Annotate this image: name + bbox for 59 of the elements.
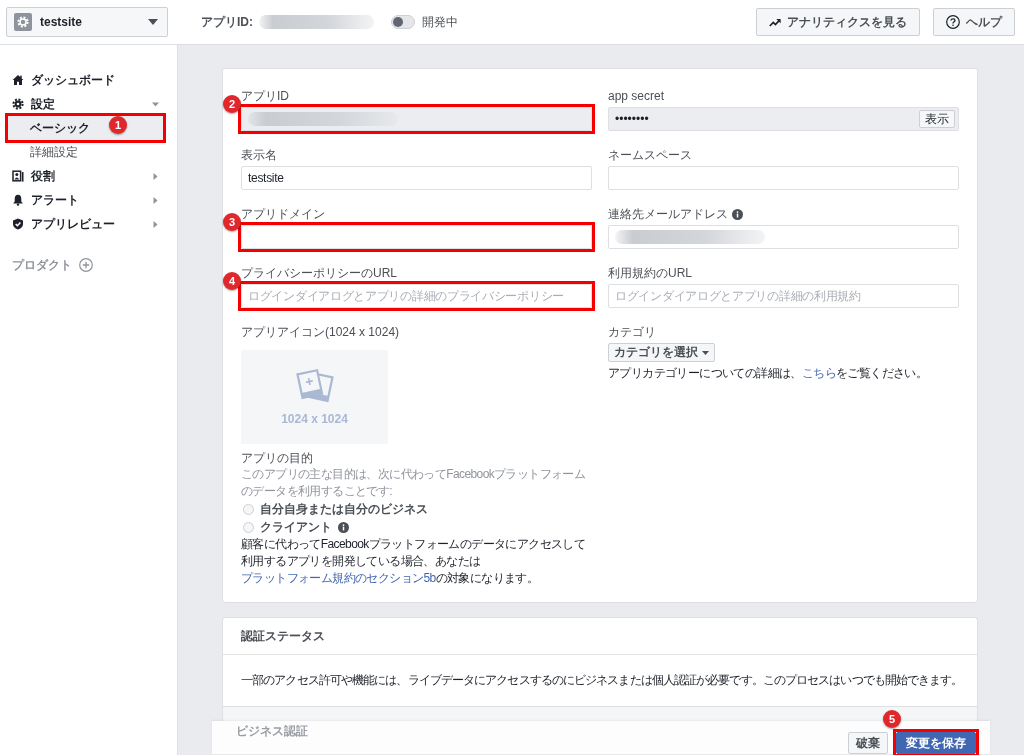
help-button[interactable]: ヘルプ xyxy=(933,8,1015,36)
field-label: 表示名 xyxy=(241,146,277,164)
bell-icon xyxy=(12,194,24,206)
mode-label: 開発中 xyxy=(422,13,458,31)
option-label[interactable]: クライアント xyxy=(260,518,332,536)
terms-link[interactable]: プラットフォーム規約のセクション5b xyxy=(241,571,436,585)
input-field[interactable] xyxy=(608,166,959,190)
input-field[interactable]: ログインダイアログとアプリの詳細の利用規約 xyxy=(608,284,959,308)
card-title: 認証ステータス xyxy=(241,627,325,645)
mode-toggle[interactable] xyxy=(391,15,415,29)
sidebar-item[interactable]: アラート xyxy=(0,188,177,212)
field-label: カテゴリ xyxy=(608,323,656,341)
input-field[interactable] xyxy=(608,225,959,249)
sidebar-item[interactable]: 役割 xyxy=(0,164,177,188)
help-text: アプリカテゴリーについての詳細は、こちらをご覧ください。 xyxy=(608,365,929,381)
plus-circle-icon[interactable] xyxy=(79,258,93,272)
field-label: 利用規約のURL xyxy=(608,264,692,282)
caret-icon xyxy=(702,350,709,355)
option-label[interactable]: 自分自身または自分のビジネス xyxy=(260,500,428,518)
sidebar-item[interactable]: アプリレビュー xyxy=(0,212,177,236)
input-field[interactable]: testsite xyxy=(241,166,592,190)
info-text: 一部のアクセス許可や機能には、ライブデータにアクセスするのにビジネスまたは個人認証が必要です。このプロセスはいつでも開始できます。 xyxy=(241,672,963,689)
analytics-button[interactable]: アナリティクスを見る xyxy=(756,8,920,36)
field-label: アプリアイコン(1024 x 1024) xyxy=(241,323,400,341)
step-badge: 4 xyxy=(223,272,241,290)
caret-icon xyxy=(148,19,158,25)
field-label: アプリの目的 xyxy=(241,449,313,467)
discard-button[interactable]: 破棄 xyxy=(848,732,888,754)
person-card-icon xyxy=(12,170,24,182)
app-selector[interactable]: testsite xyxy=(6,7,168,37)
gear-icon xyxy=(14,13,32,31)
field-label: プライバシーポリシーのURL xyxy=(241,264,397,282)
gear-icon xyxy=(12,98,24,110)
products-label: プロダクト xyxy=(12,256,72,274)
details-link[interactable]: こちら xyxy=(801,366,836,380)
step-badge: 3 xyxy=(223,213,241,231)
note-text: 顧客に代わってFacebookプラットフォームのデータにアクセスして利用するアプリを開発している場合、あなたは プラットフォーム規約のセクション5bの対象になります。 xyxy=(241,536,587,587)
sidebar-item[interactable]: 設定 xyxy=(0,92,177,116)
input-field[interactable]: ログインダイアログとアプリの詳細のプライバシーポリシー xyxy=(241,284,592,308)
app-id-label: アプリID: xyxy=(201,13,253,31)
step-badge: 2 xyxy=(223,95,241,113)
home-icon xyxy=(12,74,24,86)
field-label: 連絡先メールアドレス xyxy=(608,205,728,223)
radio-button[interactable] xyxy=(243,503,254,515)
field-label: ネームスペース xyxy=(608,146,692,164)
field-label: アプリID xyxy=(241,87,289,105)
sidebar-subitem[interactable]: 詳細設定 xyxy=(8,140,163,164)
help-icon xyxy=(946,15,960,29)
category-dropdown[interactable]: カテゴリを選択 xyxy=(608,343,715,362)
trend-arrow-icon xyxy=(769,17,781,27)
step-badge: 5 xyxy=(883,710,901,728)
radio-button[interactable] xyxy=(243,521,254,533)
sidebar-item[interactable]: ダッシュボード xyxy=(0,68,177,92)
field-label: アプリドメイン xyxy=(241,205,325,223)
save-button[interactable]: 変更を保存 xyxy=(896,732,976,754)
shield-check-icon xyxy=(12,218,24,230)
section-title: ビジネス認証 xyxy=(236,723,308,740)
description-text: このアプリの主な目的は、次に代わってFacebookプラットフォームのデータを利用することです: xyxy=(241,466,587,500)
field-label: app secret xyxy=(608,89,665,103)
